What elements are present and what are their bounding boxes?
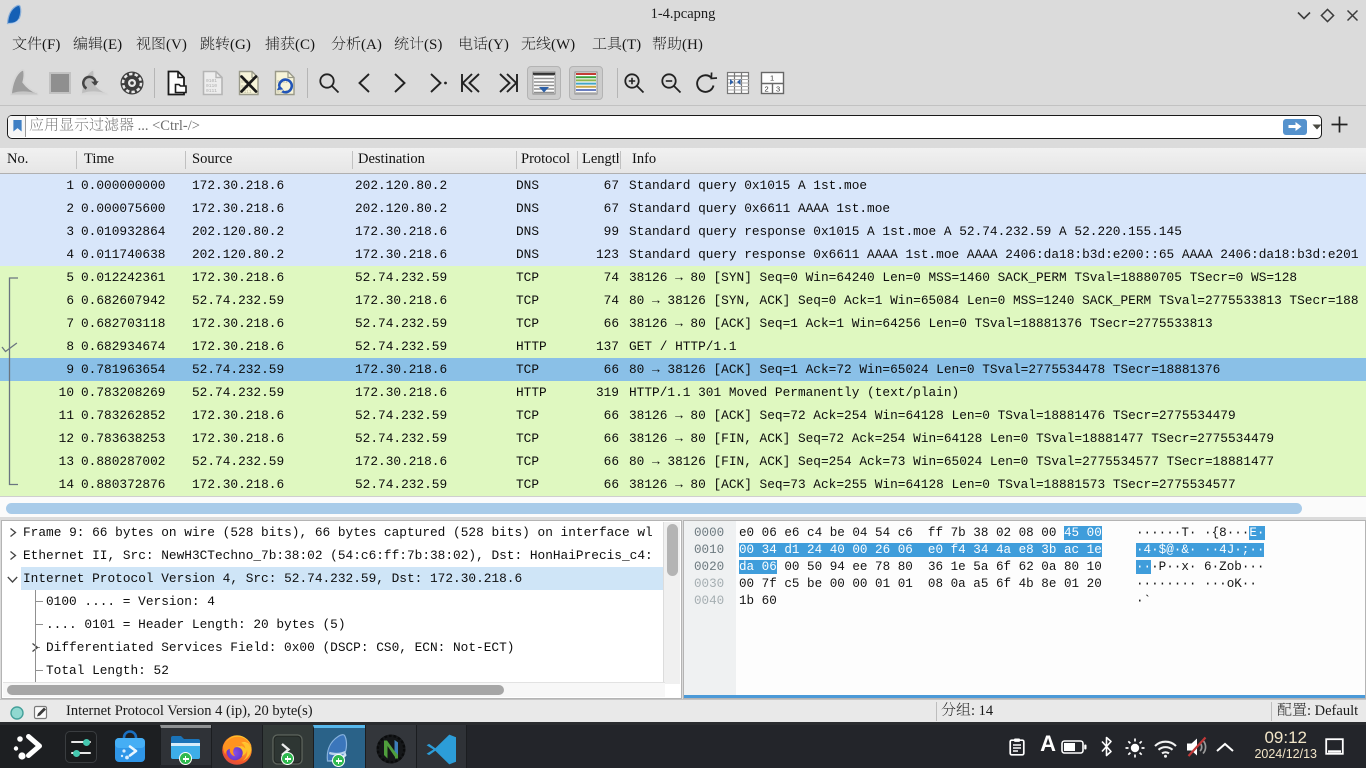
svg-text:2: 2 [765,85,769,94]
svg-text:1: 1 [770,74,774,83]
svg-text:3: 3 [776,85,780,94]
svg-text:0111: 0111 [206,88,217,94]
